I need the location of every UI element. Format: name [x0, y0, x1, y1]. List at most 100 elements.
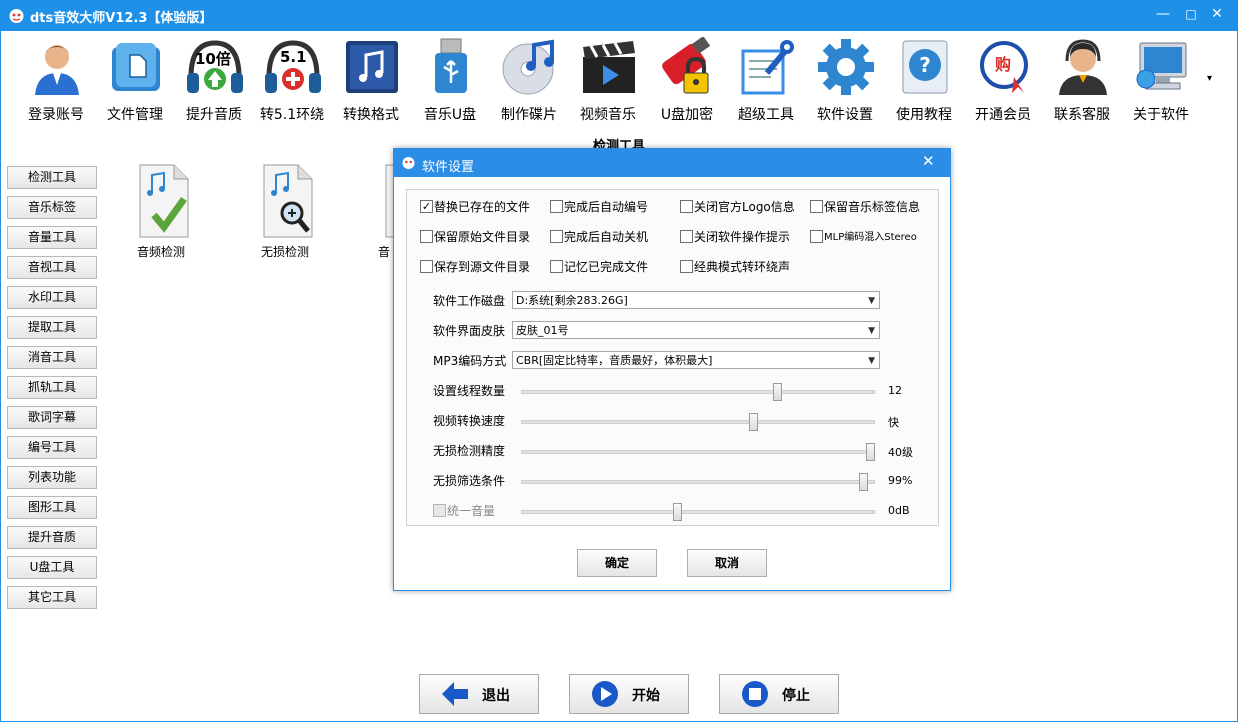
checkbox-label: 完成后自动关机	[564, 230, 649, 244]
checkbox-box[interactable]	[550, 230, 563, 243]
thread-count-slider[interactable]	[772, 383, 782, 401]
toolbar-file-manager[interactable]: 文件管理	[96, 31, 174, 127]
toolbar-label: 超级工具	[738, 107, 794, 123]
checkbox-box[interactable]	[420, 260, 433, 273]
slider-label: 设置线程数量	[433, 384, 506, 398]
toolbar-music-usb[interactable]: 音乐U盘	[411, 31, 489, 127]
tool-label: 音频检测	[136, 245, 185, 259]
checkbox-box[interactable]	[680, 260, 693, 273]
sidebar-item-usb[interactable]: U盘工具	[7, 556, 97, 579]
checkbox-label: 替换已存在的文件	[434, 200, 531, 214]
gear-icon	[818, 39, 874, 95]
sidebar-item-av[interactable]: 音视工具	[7, 256, 97, 279]
checkbox-box[interactable]	[810, 200, 823, 213]
dialog-close-button[interactable]: ✕	[922, 152, 935, 170]
sidebar-item-vocal-remove[interactable]: 消音工具	[7, 346, 97, 369]
toolbar-label: 关于软件	[1133, 107, 1189, 123]
unify-volume-slider[interactable]	[672, 503, 682, 521]
svg-text:?: ?	[919, 53, 931, 77]
sidebar-item-graphics[interactable]: 图形工具	[7, 496, 97, 519]
toolbar-label: 文件管理	[107, 107, 163, 123]
toolbar-super-tools[interactable]: 超级工具	[727, 31, 805, 127]
start-label: 开始	[632, 688, 660, 704]
slider-value: 12	[888, 384, 902, 397]
title-bar: dts音效大师V12.3【体验版】 — □ ✕	[0, 0, 1238, 31]
select-value: D:系统[剩余283.26G]	[516, 294, 628, 307]
checkbox-label: 关闭官方Logo信息	[694, 200, 795, 214]
sidebar-item-extract[interactable]: 提取工具	[7, 316, 97, 339]
slider-value: 0dB	[888, 504, 910, 517]
checkbox-box[interactable]	[680, 230, 693, 243]
sidebar-item-numbering[interactable]: 编号工具	[7, 436, 97, 459]
sidebar-item-other[interactable]: 其它工具	[7, 586, 97, 609]
toolbar-label: 转换格式	[343, 107, 399, 123]
stop-button[interactable]: 停止	[719, 674, 839, 714]
help-icon: ?	[902, 40, 948, 94]
lossless-precision-slider[interactable]	[866, 443, 875, 461]
toolbar-customer-service[interactable]: 联系客服	[1043, 31, 1121, 127]
toolbar-usb-encrypt[interactable]: U盘加密	[648, 31, 726, 127]
toolbar-convert-format[interactable]: 转换格式	[332, 31, 410, 127]
video-speed-slider[interactable]	[748, 413, 758, 431]
checkbox-box[interactable]	[810, 230, 823, 243]
sidebar-item-rip[interactable]: 抓轨工具	[7, 376, 97, 399]
sidebar-item-volume[interactable]: 音量工具	[7, 226, 97, 249]
toolbar-make-disc[interactable]: 制作碟片	[490, 31, 568, 127]
toolbar-login[interactable]: 登录账号	[17, 31, 95, 127]
tool-lossless-detect[interactable]: 无损检测	[235, 163, 335, 263]
toolbar-label: 音乐U盘	[423, 107, 477, 123]
usb-lock-icon	[662, 37, 711, 94]
close-button[interactable]: ✕	[1206, 4, 1228, 24]
window-title: dts音效大师V12.3【体验版】	[30, 11, 213, 26]
sidebar-item-detect[interactable]: 检测工具	[7, 166, 97, 189]
slider-track	[521, 390, 875, 394]
toolbar-membership[interactable]: 购 开通会员	[964, 31, 1042, 127]
mp3-encoding-label: MP3编码方式	[433, 354, 507, 368]
sidebar-item-lyrics[interactable]: 歌词字幕	[7, 406, 97, 429]
toolbar-tutorial[interactable]: ? 使用教程	[885, 31, 963, 127]
toolbar-label: 转5.1环绕	[259, 107, 325, 123]
checkbox-label: 统一音量	[447, 504, 496, 518]
sidebar-item-list[interactable]: 列表功能	[7, 466, 97, 489]
toolbar-enhance-quality[interactable]: 10倍 提升音质	[175, 31, 253, 127]
checkbox-box[interactable]	[433, 504, 446, 517]
exit-button[interactable]: 退出	[419, 674, 539, 714]
sidebar-item-watermark[interactable]: 水印工具	[7, 286, 97, 309]
ok-button[interactable]: 确定	[577, 549, 657, 577]
skin-select[interactable]: 皮肤_01号 ▼	[512, 321, 880, 339]
toolbar-label: 制作碟片	[501, 107, 557, 123]
toolbar-about[interactable]: 关于软件	[1122, 31, 1200, 127]
settings-dialog: 软件设置 ✕ ✓ 替换已存在的文件 完成后自动编号 关闭官方Logo信息 保留音…	[393, 148, 951, 591]
back-arrow-icon	[442, 682, 468, 706]
cancel-button[interactable]: 取消	[687, 549, 767, 577]
toolbar-label: 提升音质	[186, 107, 242, 123]
mp3-encoding-select[interactable]: CBR[固定比特率，音质最好，体积最大] ▼	[512, 351, 880, 369]
checkbox-box[interactable]	[680, 200, 693, 213]
lossless-filter-slider[interactable]	[859, 473, 869, 491]
sidebar-item-enhance[interactable]: 提升音质	[7, 526, 97, 549]
slider-track	[521, 510, 875, 514]
checkbox-box[interactable]	[550, 260, 563, 273]
maximize-button[interactable]: □	[1180, 4, 1202, 24]
checkbox-box[interactable]	[420, 230, 433, 243]
toolbar-surround[interactable]: 5.1 转5.1环绕	[253, 31, 331, 127]
tool-audio-detect[interactable]: 音频检测	[111, 163, 211, 263]
checkbox-box[interactable]: ✓	[420, 200, 433, 213]
checkbox-box[interactable]	[550, 200, 563, 213]
headphones-51-icon	[265, 40, 321, 93]
sidebar-item-tags[interactable]: 音乐标签	[7, 196, 97, 219]
slider-value: 快	[888, 416, 899, 429]
minimize-button[interactable]: —	[1152, 4, 1174, 24]
slider-track	[521, 420, 875, 424]
toolbar-more-icon[interactable]: ▾	[1207, 73, 1212, 84]
toolbar-video-music[interactable]: 视频音乐	[569, 31, 647, 127]
dialog-title-bar[interactable]: 软件设置 ✕	[394, 149, 950, 177]
music-convert-icon	[346, 41, 398, 93]
toolbar-settings[interactable]: 软件设置	[806, 31, 884, 127]
tool-label: 无损检测	[260, 245, 309, 259]
work-disk-label: 软件工作磁盘	[433, 294, 506, 308]
work-disk-select[interactable]: D:系统[剩余283.26G] ▼	[512, 291, 880, 309]
slider-track	[521, 450, 875, 454]
toolbar-label: 软件设置	[817, 107, 873, 123]
start-button[interactable]: 开始	[569, 674, 689, 714]
